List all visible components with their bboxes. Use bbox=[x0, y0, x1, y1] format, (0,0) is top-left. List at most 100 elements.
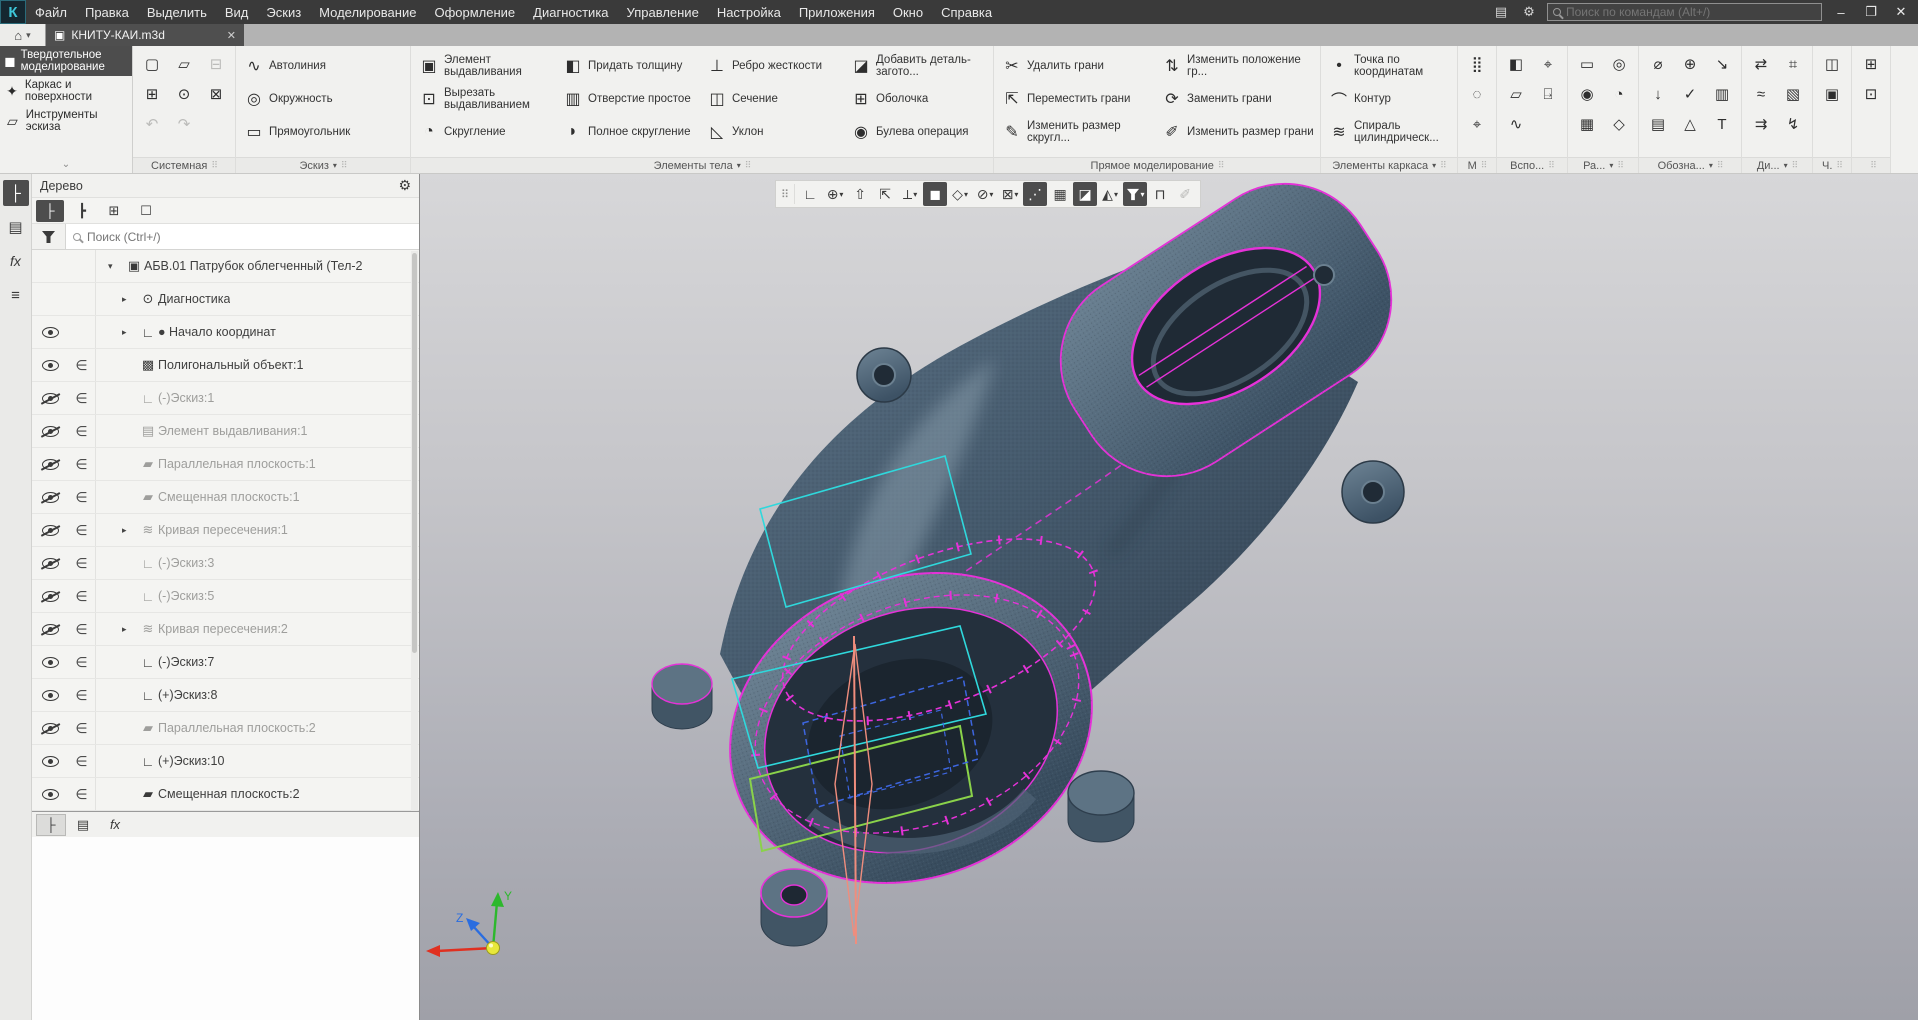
eye-hidden-icon[interactable] bbox=[42, 723, 59, 734]
tool-button[interactable]: ∿ bbox=[1501, 109, 1531, 139]
tree-row[interactable]: ∈▸≋Кривая пересечения:1 bbox=[32, 514, 419, 547]
save-as-button[interactable]: ⊠ bbox=[201, 79, 231, 109]
chevron-down-icon[interactable]: ▾ bbox=[1141, 190, 1145, 199]
print-button[interactable]: ⊞ bbox=[137, 79, 167, 109]
mode-Каркас и поверхности[interactable]: ✦Каркас и поверхности bbox=[0, 76, 132, 106]
tool-button[interactable]: ▱ bbox=[1501, 79, 1531, 109]
tree-expand-arrow[interactable]: ▾ bbox=[108, 261, 124, 272]
group-grip[interactable]: ⠿ bbox=[1440, 160, 1446, 171]
chevron-down-icon[interactable]: ▾ bbox=[1784, 161, 1788, 170]
tool-button[interactable]: ▤ bbox=[1643, 109, 1673, 139]
sketch-plane-button[interactable]: ∟ bbox=[798, 182, 822, 206]
tree-row[interactable]: ▸∟● Начало координат bbox=[32, 316, 419, 349]
eye-visible-icon[interactable] bbox=[42, 756, 59, 767]
dimensions-display-button[interactable]: ⋰ bbox=[1023, 182, 1047, 206]
eye-hidden-icon[interactable] bbox=[42, 558, 59, 569]
display-quality-button[interactable]: ◭▾ bbox=[1098, 182, 1122, 206]
tree-row[interactable]: ∈▰Параллельная плоскость:2 bbox=[32, 712, 419, 745]
menu-item-Эскиз[interactable]: Эскиз bbox=[257, 0, 310, 24]
tool-button[interactable]: ◇ bbox=[1604, 109, 1634, 139]
tool-button[interactable]: ▦ bbox=[1572, 109, 1602, 139]
point-by-coordinates-button[interactable]: •Точка по координатам bbox=[1325, 49, 1453, 82]
eye-visible-icon[interactable] bbox=[42, 789, 59, 800]
menu-item-Вид[interactable]: Вид bbox=[216, 0, 258, 24]
move-component-button[interactable]: ⇱ bbox=[873, 182, 897, 206]
menu-item-Настройка[interactable]: Настройка bbox=[708, 0, 790, 24]
draft-button[interactable]: ◺Уклон bbox=[703, 115, 845, 148]
group-grip[interactable]: ⠿ bbox=[745, 160, 751, 171]
chevron-down-icon[interactable]: ▾ bbox=[839, 190, 843, 199]
tree-row[interactable]: ∈▩Полигональный объект:1 bbox=[32, 349, 419, 382]
tool-button[interactable]: ⌗ bbox=[1778, 49, 1808, 79]
replace-faces-button[interactable]: ⟳Заменить грани bbox=[1158, 82, 1316, 115]
tool-button[interactable]: ◧ bbox=[1501, 49, 1531, 79]
tree-row[interactable]: ∈∟(+)Эскиз:10 bbox=[32, 745, 419, 778]
cut-extrude-button[interactable]: ⊡Вырезать выдавливанием bbox=[415, 82, 557, 115]
variables-panel-toggle[interactable]: fx bbox=[3, 248, 29, 274]
tool-button[interactable]: ▭ bbox=[1572, 49, 1602, 79]
circle-button[interactable]: ◎Окружность bbox=[240, 82, 406, 115]
menu-item-Окно[interactable]: Окно bbox=[884, 0, 932, 24]
tool-button[interactable]: ◫ bbox=[1817, 49, 1847, 79]
tree-row[interactable]: ∈∟(-)Эскиз:1 bbox=[32, 382, 419, 415]
parameters-tab[interactable]: ▤ bbox=[68, 814, 98, 836]
tool-button[interactable]: △ bbox=[1675, 109, 1705, 139]
fillet-button[interactable]: ◔Скругление bbox=[415, 115, 557, 148]
group-grip[interactable]: ⠿ bbox=[1792, 160, 1798, 171]
tree-row[interactable]: ∈▰Смещенная плоскость:1 bbox=[32, 481, 419, 514]
chevron-down-icon[interactable]: ▾ bbox=[1114, 190, 1118, 199]
minimize-button[interactable]: – bbox=[1830, 5, 1852, 20]
menu-item-Оформление[interactable]: Оформление bbox=[425, 0, 524, 24]
command-search[interactable] bbox=[1547, 3, 1822, 21]
eye-hidden-icon[interactable] bbox=[42, 492, 59, 503]
variables-tab[interactable]: fx bbox=[100, 814, 130, 836]
tool-button[interactable]: ⌀ bbox=[1643, 49, 1673, 79]
add-part-blank-button[interactable]: ◪Добавить деталь-загото... bbox=[847, 49, 989, 82]
eye-hidden-icon[interactable] bbox=[42, 426, 59, 437]
wireframe-display-button[interactable]: ◇▾ bbox=[948, 182, 972, 206]
tool-button[interactable]: ↓ bbox=[1643, 79, 1673, 109]
tool-button[interactable]: ▣ bbox=[1817, 79, 1847, 109]
tree-expand-arrow[interactable]: ▸ bbox=[122, 294, 138, 305]
delete-faces-button[interactable]: ✂Удалить грани bbox=[998, 49, 1156, 82]
open-document-button[interactable]: ▱ bbox=[169, 49, 199, 79]
eye-visible-icon[interactable] bbox=[42, 360, 59, 371]
chevron-down-icon[interactable]: ▾ bbox=[1709, 161, 1713, 170]
tree-panel-toggle[interactable]: ├ bbox=[3, 180, 29, 206]
tool-button[interactable]: ▥ bbox=[1707, 79, 1737, 109]
group-grip[interactable]: ⠿ bbox=[1617, 160, 1623, 171]
hide-objects-button[interactable]: ⊘▾ bbox=[973, 182, 997, 206]
tool-button[interactable]: ◎ bbox=[1604, 49, 1634, 79]
normal-to-button[interactable]: ⇧ bbox=[848, 182, 872, 206]
shaded-display-button[interactable]: ◼ bbox=[923, 182, 947, 206]
toolbar-drag-handle[interactable]: ⠿ bbox=[779, 188, 791, 201]
group-grip[interactable]: ⠿ bbox=[1717, 160, 1723, 171]
tool-button[interactable]: ↘ bbox=[1707, 49, 1737, 79]
menu-item-Моделирование[interactable]: Моделирование bbox=[310, 0, 425, 24]
coordinate-triad[interactable]: Y Z bbox=[420, 864, 550, 984]
measure-button[interactable]: ⊓ bbox=[1148, 182, 1172, 206]
chevron-down-icon[interactable]: ▾ bbox=[737, 161, 741, 170]
eye-hidden-icon[interactable] bbox=[42, 525, 59, 536]
tree-expand-arrow[interactable]: ▸ bbox=[122, 525, 138, 536]
document-tab[interactable]: ▣ КНИТУ-КАИ.m3d ✕ bbox=[46, 24, 244, 46]
eye-visible-icon[interactable] bbox=[42, 690, 59, 701]
tree-expand-arrow[interactable]: ▸ bbox=[122, 327, 138, 338]
hide-images-button[interactable]: ⊠▾ bbox=[998, 182, 1022, 206]
tool-button[interactable]: ⊞ bbox=[1856, 49, 1886, 79]
tool-button[interactable]: ⇄ bbox=[1746, 49, 1776, 79]
chevron-down-icon[interactable]: ▾ bbox=[964, 190, 968, 199]
change-face-position-button[interactable]: ⇅Изменить положение гр... bbox=[1158, 49, 1316, 82]
rectangle-button[interactable]: ▭Прямоугольник bbox=[240, 115, 406, 148]
tree-row[interactable]: ∈∟(+)Эскиз:8 bbox=[32, 679, 419, 712]
tree-row[interactable]: ▾▣АБВ.01 Патрубок облегченный (Тел-2 bbox=[32, 250, 419, 283]
group-grip[interactable]: ⠿ bbox=[1218, 160, 1224, 171]
menu-item-Диагностика[interactable]: Диагностика bbox=[524, 0, 617, 24]
tab-close-icon[interactable]: ✕ bbox=[227, 29, 236, 42]
tool-button[interactable]: ⣿ bbox=[1462, 49, 1492, 79]
tool-button[interactable]: ⊕ bbox=[1675, 49, 1705, 79]
chevron-down-icon[interactable]: ▾ bbox=[1432, 161, 1436, 170]
tree-relations[interactable]: ⊞ bbox=[100, 200, 128, 222]
3d-model[interactable] bbox=[420, 174, 1918, 1020]
group-grip[interactable]: ⠿ bbox=[1548, 160, 1554, 171]
